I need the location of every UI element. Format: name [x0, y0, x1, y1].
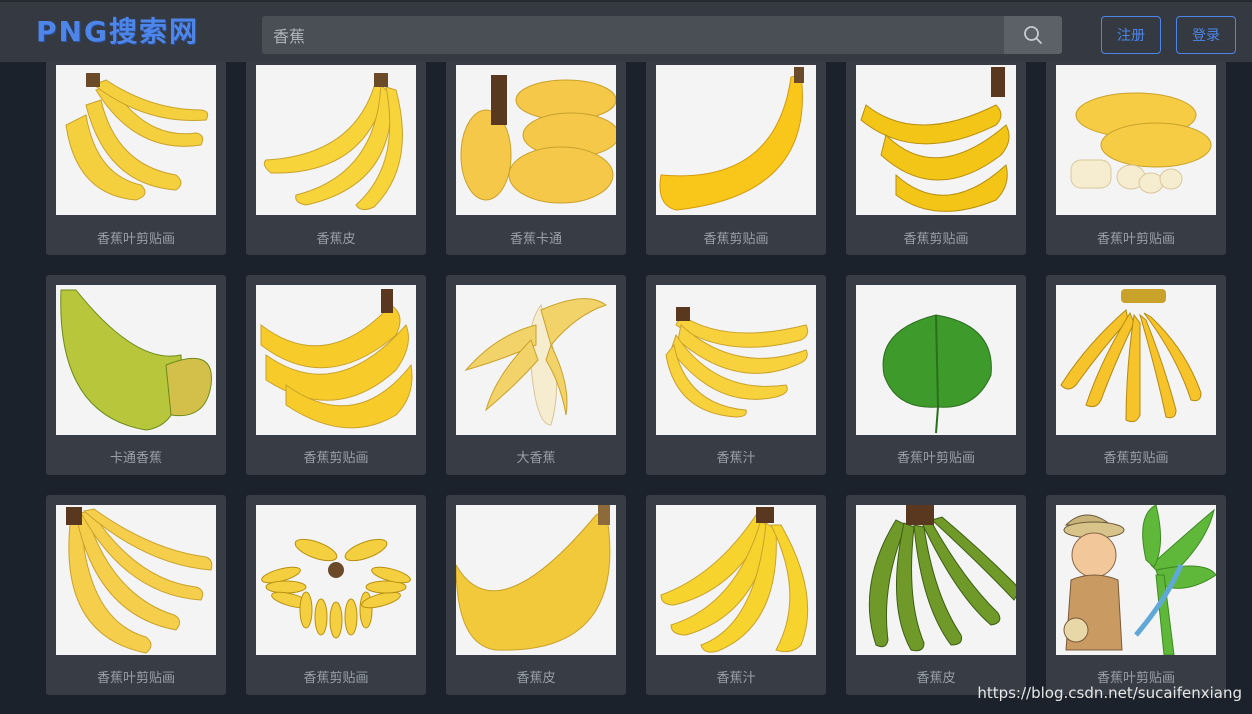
result-card[interactable]: 香蕉叶剪贴画 [846, 275, 1026, 475]
banana-bunch-image [1056, 285, 1216, 435]
banana-single-image [656, 65, 816, 215]
card-caption: 香蕉剪贴画 [1103, 451, 1169, 466]
card-caption: 卡通香蕉 [109, 451, 162, 466]
card-caption: 香蕉剪贴画 [303, 671, 369, 686]
result-card[interactable]: 香蕉皮 [446, 495, 626, 695]
banana-single-image [456, 505, 616, 655]
banana-peeled-image [1056, 65, 1216, 215]
card-caption: 香蕉皮 [316, 232, 356, 247]
banana-bunch-image [256, 285, 416, 435]
explorer-cartoon-image [1056, 505, 1216, 655]
search-button[interactable] [1004, 16, 1062, 54]
result-card[interactable]: 香蕉叶剪贴画 [46, 55, 226, 255]
card-caption: 香蕉叶剪贴画 [96, 671, 175, 686]
banana-green-image [56, 285, 216, 435]
banana-bunch-image [56, 65, 216, 215]
card-caption: 香蕉剪贴画 [703, 232, 769, 247]
banana-green-image [856, 505, 1016, 655]
register-button[interactable]: 注册 [1101, 16, 1161, 54]
top-header: PNG搜索网 注册 登录 [0, 0, 1252, 62]
card-caption: 香蕉皮 [516, 671, 556, 686]
banana-bunch-image [456, 65, 616, 215]
banana-bunch-image [656, 505, 816, 655]
card-caption: 香蕉叶剪贴画 [1096, 232, 1175, 247]
card-caption: 香蕉汁 [716, 671, 756, 686]
card-caption: 香蕉汁 [716, 451, 756, 466]
card-caption: 香蕉卡通 [509, 232, 562, 247]
result-card[interactable]: 香蕉剪贴画 [246, 495, 426, 695]
banana-bunch-image [256, 65, 416, 215]
result-card[interactable]: 香蕉剪贴画 [246, 275, 426, 475]
baby-banana-image [256, 505, 416, 655]
result-card[interactable]: 香蕉皮 [246, 55, 426, 255]
banana-bunch-image [656, 285, 816, 435]
card-caption: 香蕉剪贴画 [903, 232, 969, 247]
search-bar [262, 16, 1062, 54]
search-icon [1024, 26, 1042, 44]
site-logo[interactable]: PNG搜索网 [36, 10, 199, 50]
result-card[interactable]: 香蕉剪贴画 [846, 55, 1026, 255]
result-card[interactable]: 香蕉皮 [846, 495, 1026, 695]
result-card[interactable]: 香蕉叶剪贴画 [1046, 55, 1226, 255]
image-grid: 香蕉叶剪贴画 香蕉皮 香蕉卡通 香蕉剪贴画 香蕉剪贴画 香蕉叶剪贴画 卡通香蕉 … [0, 0, 1252, 714]
card-caption: 大香蕉 [516, 451, 556, 466]
result-card[interactable]: 香蕉叶剪贴画 [46, 495, 226, 695]
banana-leaf-image [856, 285, 1016, 435]
result-card[interactable]: 香蕉汁 [646, 275, 826, 475]
search-input[interactable] [262, 16, 1004, 54]
banana-bunch-image [856, 65, 1016, 215]
result-card[interactable]: 香蕉卡通 [446, 55, 626, 255]
banana-bunch-image [56, 505, 216, 655]
card-caption: 香蕉叶剪贴画 [896, 451, 975, 466]
watermark-text: https://blog.csdn.net/sucaifenxiang [977, 684, 1242, 702]
result-card[interactable]: 卡通香蕉 [46, 275, 226, 475]
result-card[interactable]: 香蕉叶剪贴画 [1046, 495, 1226, 695]
banana-peeled-image [456, 285, 616, 435]
card-caption: 香蕉叶剪贴画 [96, 232, 175, 247]
result-card[interactable]: 大香蕉 [446, 275, 626, 475]
result-card[interactable]: 香蕉剪贴画 [1046, 275, 1226, 475]
result-card[interactable]: 香蕉剪贴画 [646, 55, 826, 255]
result-card[interactable]: 香蕉汁 [646, 495, 826, 695]
login-button[interactable]: 登录 [1176, 16, 1236, 54]
card-caption: 香蕉剪贴画 [303, 451, 369, 466]
